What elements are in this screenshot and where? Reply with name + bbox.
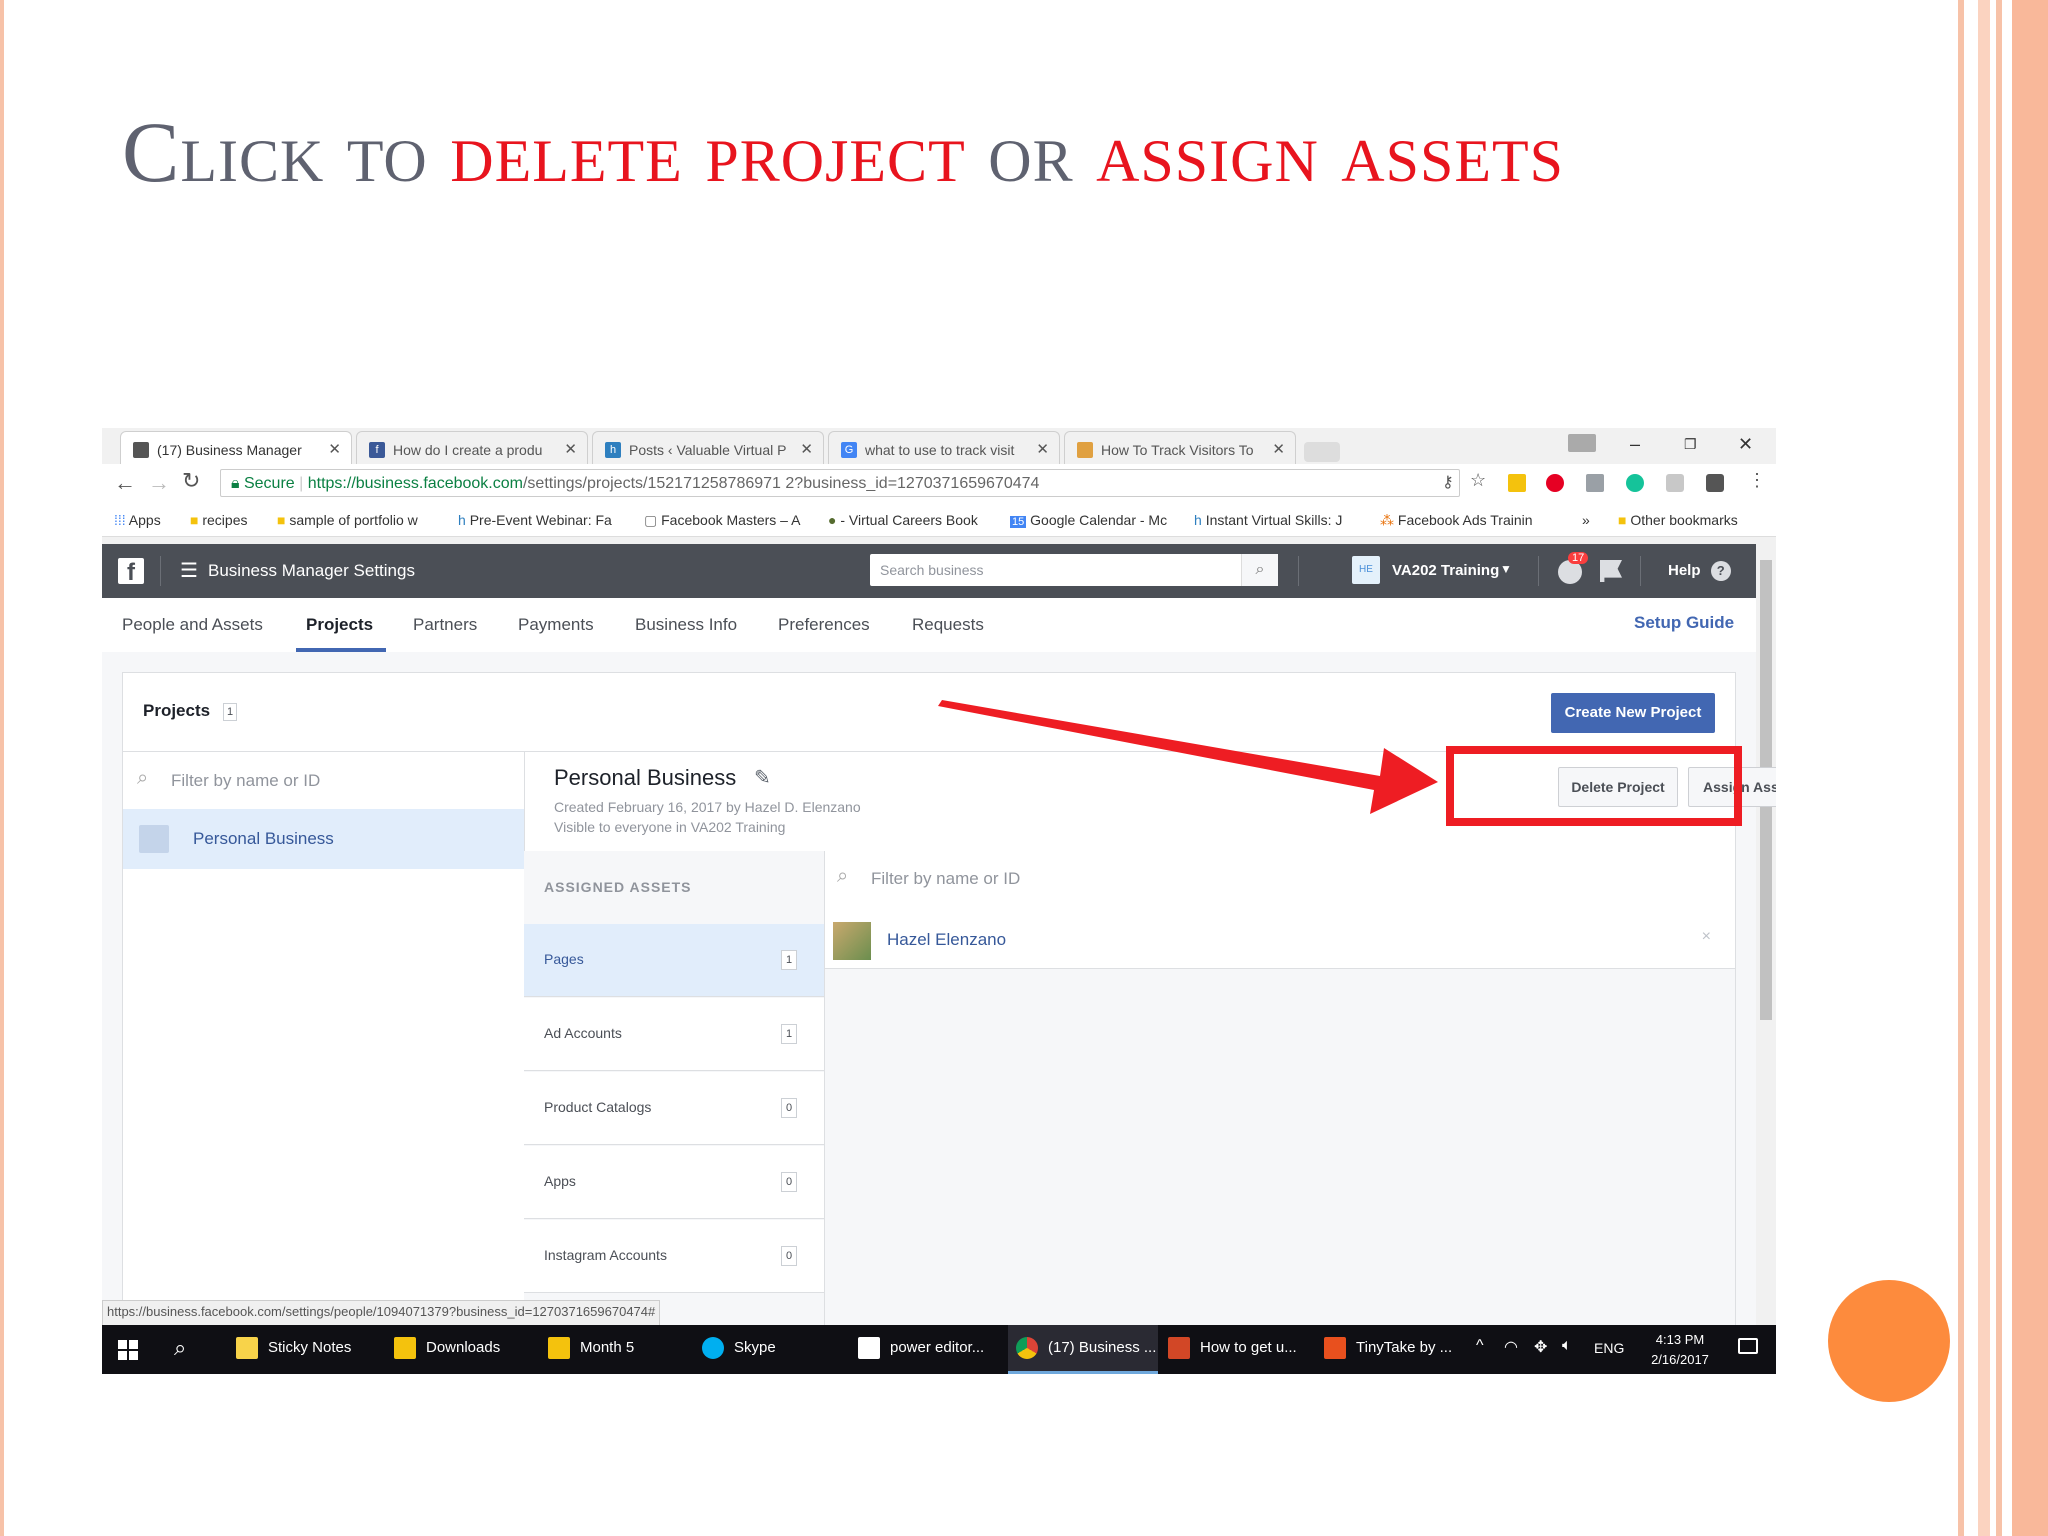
red-arrow <box>938 700 1438 814</box>
